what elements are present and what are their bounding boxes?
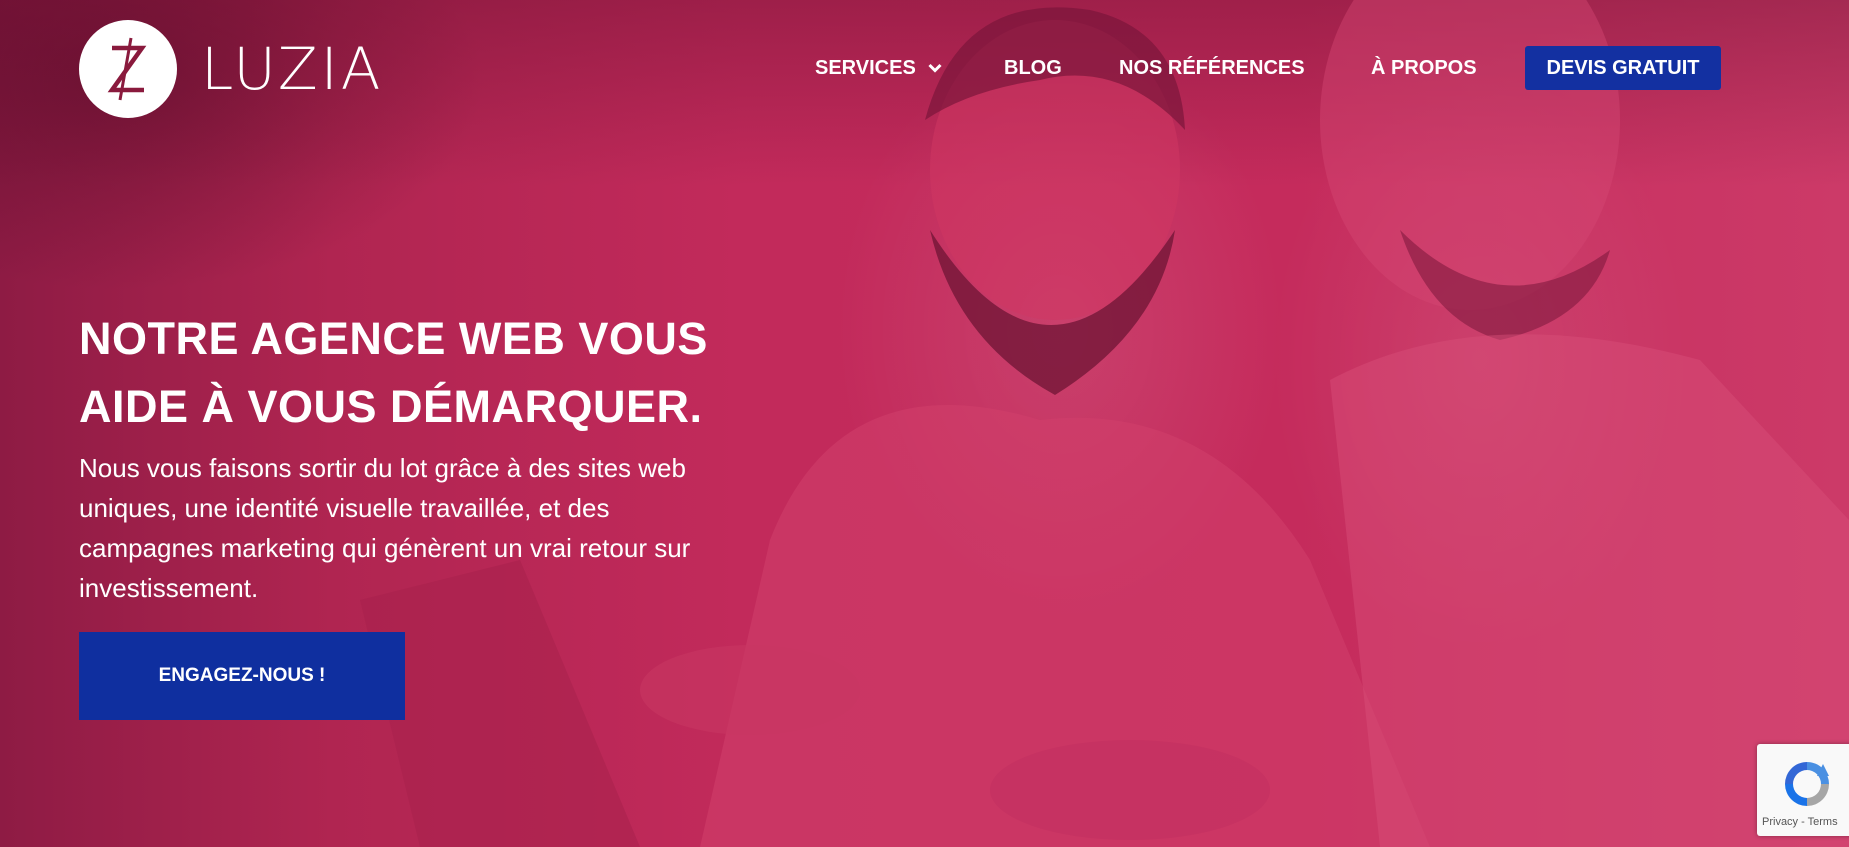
hero-headline-line-2: AIDE À VOUS DÉMARQUER. xyxy=(79,381,703,432)
nav-item-blog[interactable]: BLOG xyxy=(1004,46,1062,90)
recaptcha-separator: - xyxy=(1798,816,1808,828)
nav-item-about[interactable]: À PROPOS xyxy=(1371,46,1477,90)
recaptcha-links: Privacy - Terms xyxy=(1757,816,1849,828)
recaptcha-icon xyxy=(1779,756,1835,817)
hero-description-line-3: campagnes marketing qui génèrent un vrai… xyxy=(79,533,691,563)
brand-name: LUZIA xyxy=(201,35,384,103)
nav-services-label: SERVICES xyxy=(815,56,916,79)
nav-item-services[interactable]: SERVICES xyxy=(815,46,942,90)
recaptcha-badge[interactable]: Privacy - Terms xyxy=(1757,744,1849,836)
chevron-down-icon xyxy=(928,63,942,73)
hero-headline-line-1: NOTRE AGENCE WEB VOUS xyxy=(79,313,708,364)
brand-logo[interactable]: LUZIA xyxy=(79,20,383,118)
hero-description-line-2: uniques, une identité visuelle travaillé… xyxy=(79,493,610,523)
recaptcha-terms-link[interactable]: Terms xyxy=(1808,816,1838,828)
nav-item-references[interactable]: NOS RÉFÉRENCES xyxy=(1119,46,1305,90)
hero-description-line-1: Nous vous faisons sortir du lot grâce à … xyxy=(79,453,686,483)
engage-us-button[interactable]: ENGAGEZ-NOUS ! xyxy=(79,632,405,720)
hero-headline: NOTRE AGENCE WEB VOUS AIDE À VOUS DÉMARQ… xyxy=(79,305,799,441)
recaptcha-privacy-link[interactable]: Privacy xyxy=(1762,816,1798,828)
hero-description: Nous vous faisons sortir du lot grâce à … xyxy=(79,448,779,608)
luzia-logo-icon xyxy=(79,20,177,118)
hero-description-line-4: investissement. xyxy=(79,573,259,603)
free-quote-button[interactable]: DEVIS GRATUIT xyxy=(1525,46,1721,90)
